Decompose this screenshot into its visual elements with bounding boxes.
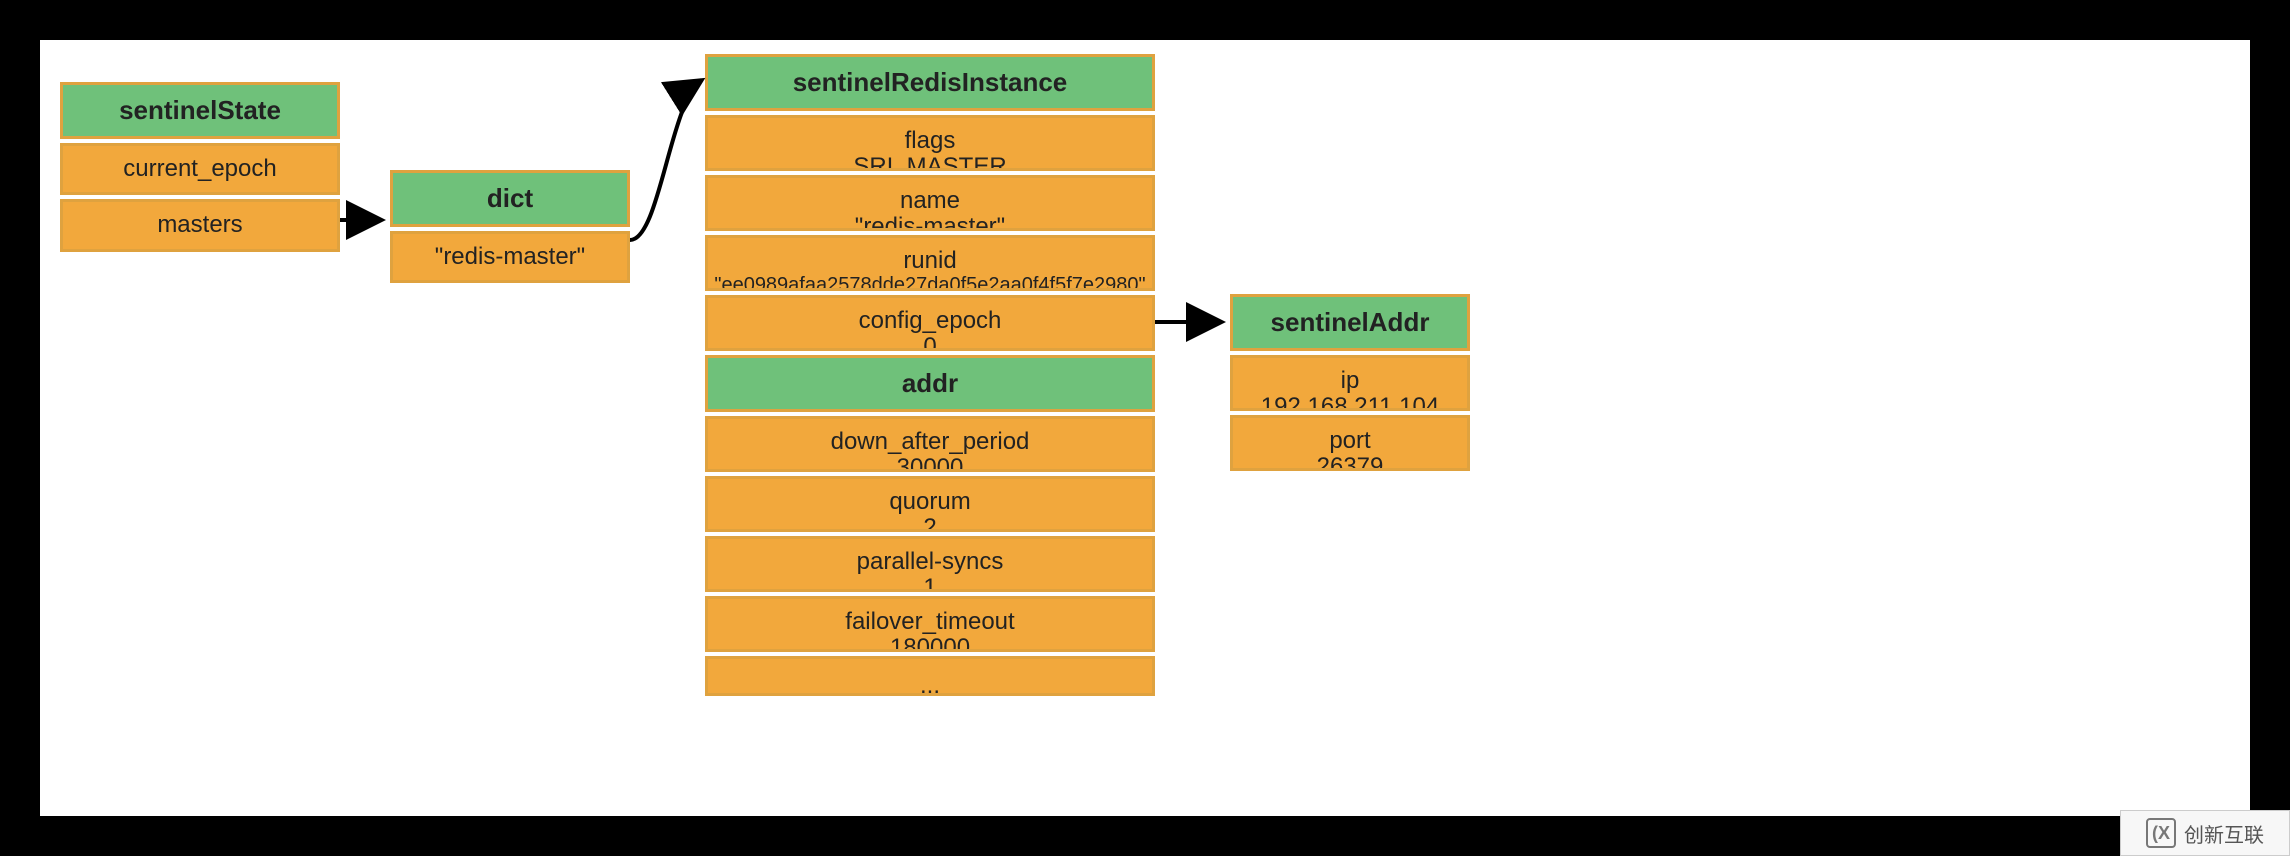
field-current-epoch: current_epoch: [60, 143, 340, 195]
field-value: 0: [714, 334, 1146, 351]
field-key: down_after_period: [714, 429, 1146, 455]
struct-header: sentinelAddr: [1230, 294, 1470, 351]
field-failover-timeout: failover_timeout 180000: [705, 596, 1155, 652]
watermark-text: 创新互联: [2184, 819, 2264, 848]
struct-header: sentinelState: [60, 82, 340, 139]
field-quorum: quorum 2: [705, 476, 1155, 532]
field-value: 2: [714, 515, 1146, 532]
field-key: ...: [714, 673, 1146, 696]
field-masters: masters: [60, 199, 340, 251]
field-key: runid: [714, 248, 1146, 274]
field-config-epoch: config_epoch 0: [705, 295, 1155, 351]
struct-sentineladdr: sentinelAddr ip 192.168.211.104 port 263…: [1230, 294, 1470, 475]
field-value: 180000: [714, 635, 1146, 652]
field-value: "ee0989afaa2578dde27da0f5e2aa0f4f5f7e298…: [714, 274, 1146, 291]
field-key: config_epoch: [714, 308, 1146, 334]
field-flags: flags SRI_MASTER: [705, 115, 1155, 171]
field-key: flags: [714, 128, 1146, 154]
field-ellipsis: ...: [705, 656, 1155, 696]
struct-dict: dict "redis-master": [390, 170, 630, 287]
field-ip: ip 192.168.211.104: [1230, 355, 1470, 411]
field-name: name "redis-master": [705, 175, 1155, 231]
field-key: name: [714, 188, 1146, 214]
struct-header: dict: [390, 170, 630, 227]
watermark-icon: (X: [2146, 818, 2176, 848]
field-addr-header: addr: [705, 355, 1155, 412]
struct-header: sentinelRedisInstance: [705, 54, 1155, 111]
field-value: 192.168.211.104: [1239, 394, 1461, 411]
field-key: ip: [1239, 368, 1461, 394]
field-value: 26379: [1239, 454, 1461, 471]
field-value: SRI_MASTER: [714, 154, 1146, 171]
field-key: quorum: [714, 489, 1146, 515]
field-down-after-period: down_after_period 30000: [705, 416, 1155, 472]
field-value: 30000: [714, 455, 1146, 472]
struct-sentinelredisinstance: sentinelRedisInstance flags SRI_MASTER n…: [705, 54, 1155, 700]
field-value: 1: [714, 575, 1146, 592]
field-key: parallel-syncs: [714, 549, 1146, 575]
field-redis-master-key: "redis-master": [390, 231, 630, 283]
field-key: port: [1239, 428, 1461, 454]
struct-sentinelstate: sentinelState current_epoch masters: [60, 82, 340, 256]
watermark: (X 创新互联: [2120, 810, 2290, 856]
diagram-frame: sentinelState current_epoch masters dict…: [38, 38, 2252, 818]
field-runid: runid "ee0989afaa2578dde27da0f5e2aa0f4f5…: [705, 235, 1155, 291]
field-port: port 26379: [1230, 415, 1470, 471]
field-value: "redis-master": [714, 214, 1146, 231]
field-parallel-syncs: parallel-syncs 1: [705, 536, 1155, 592]
field-key: failover_timeout: [714, 609, 1146, 635]
